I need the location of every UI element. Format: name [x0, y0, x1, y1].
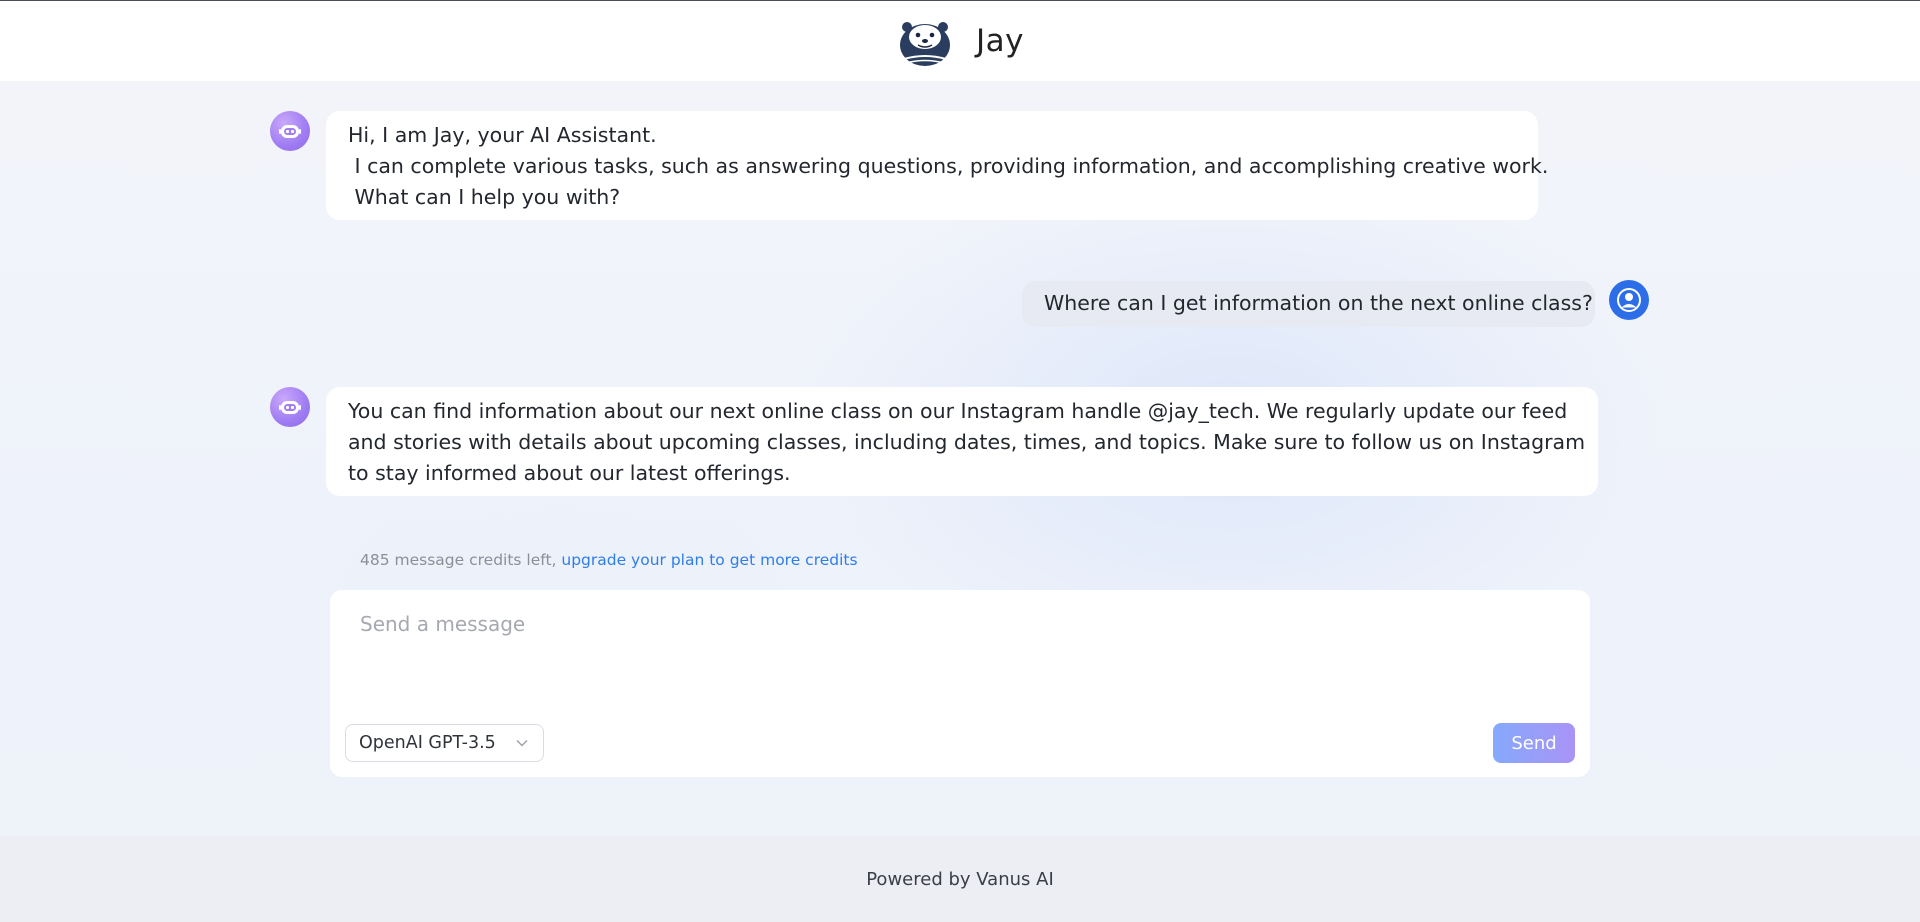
user-circle-icon [1617, 288, 1641, 312]
user-avatar [1609, 280, 1649, 320]
message-line: I can complete various tasks, such as an… [348, 154, 1549, 178]
brand-name: Jay [976, 23, 1024, 59]
message-line: You can find information about our next … [348, 399, 1568, 423]
user-message: Where can I get information on the next … [1022, 281, 1595, 327]
powered-by-text: Powered by Vanus AI [866, 868, 1054, 890]
app-header: Jay [0, 1, 1920, 81]
message-input[interactable] [358, 610, 1562, 694]
message-line: What can I help you with? [348, 185, 621, 209]
credits-text: 485 message credits left, [360, 551, 562, 569]
message-line: Where can I get information on the next … [1044, 291, 1593, 315]
assistant-message: You can find information about our next … [326, 387, 1598, 496]
message-line: Hi, I am Jay, your AI Assistant. [348, 123, 657, 147]
footer: Powered by Vanus AI [0, 836, 1920, 922]
assistant-avatar [270, 387, 310, 427]
send-button[interactable]: Send [1493, 723, 1575, 763]
model-select[interactable]: OpenAI GPT-3.5 [345, 724, 544, 762]
robot-icon [279, 401, 301, 414]
assistant-message: Hi, I am Jay, your AI Assistant. I can c… [326, 111, 1549, 220]
credits-notice: 485 message credits left, upgrade your p… [360, 551, 858, 569]
assistant-avatar [270, 111, 310, 151]
sea-otter-logo-icon [900, 22, 950, 66]
message-line: to stay informed about our latest offeri… [348, 461, 791, 485]
message-line: and stories with details about upcoming … [348, 430, 1586, 454]
robot-icon [279, 125, 301, 138]
upgrade-plan-link[interactable]: upgrade your plan to get more credits [561, 551, 857, 569]
message-composer: OpenAI GPT-3.5 Send [330, 590, 1590, 777]
model-select-value: OpenAI GPT-3.5 [359, 733, 496, 753]
chevron-down-icon [516, 740, 528, 747]
